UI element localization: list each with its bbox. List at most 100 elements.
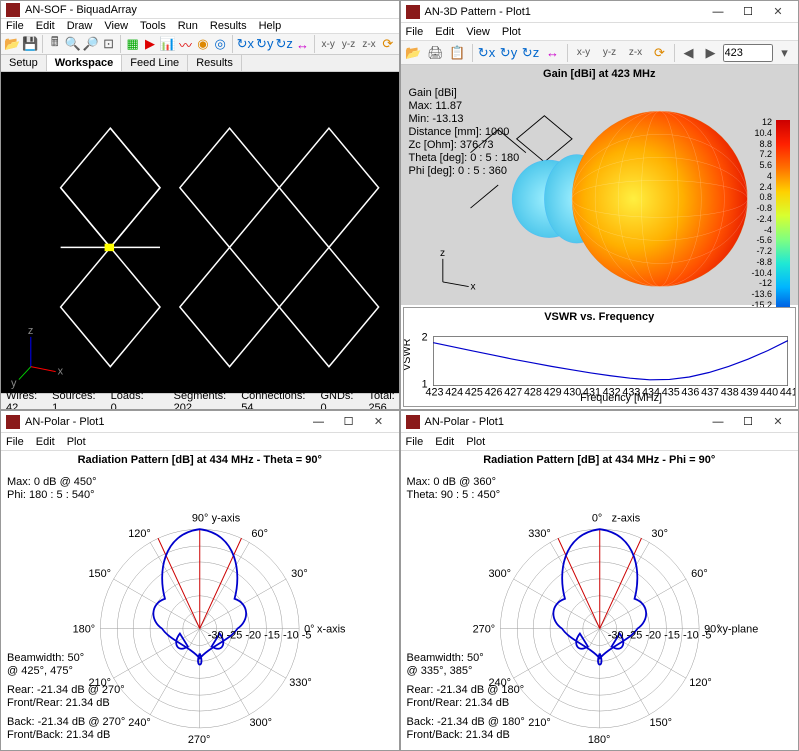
rotz-icon[interactable]: ↻z bbox=[521, 43, 541, 63]
svg-text:240°: 240° bbox=[128, 717, 151, 729]
svg-text:0°: 0° bbox=[591, 512, 601, 524]
axis-yz[interactable]: y-z bbox=[598, 43, 622, 63]
stat-max: Max: 0 dB @ 360° bbox=[407, 476, 501, 489]
stat-beamwidth: Beamwidth: 50° bbox=[7, 652, 125, 665]
svg-text:433: 433 bbox=[622, 386, 640, 398]
zoom-fit-icon[interactable]: ⊡ bbox=[101, 34, 116, 54]
vswr-svg: VSWR Frequency [MHz] 4234244254264274284… bbox=[404, 326, 796, 404]
svg-text:60°: 60° bbox=[691, 568, 708, 580]
flip-icon[interactable]: ↔ bbox=[295, 34, 310, 54]
prev-icon[interactable]: ◀ bbox=[679, 43, 699, 63]
menu-plot[interactable]: Plot bbox=[466, 436, 485, 448]
polar-icon[interactable]: ◎ bbox=[213, 34, 228, 54]
minimize-button[interactable]: — bbox=[703, 412, 733, 432]
close-button[interactable]: ✕ bbox=[763, 412, 793, 432]
svg-text:440: 440 bbox=[760, 386, 778, 398]
svg-text:VSWR: VSWR bbox=[404, 338, 413, 370]
menu-view[interactable]: View bbox=[466, 26, 490, 38]
menubar: File Edit Draw View Tools Run Results He… bbox=[1, 19, 399, 34]
rotz-icon[interactable]: ↻z bbox=[275, 34, 292, 54]
save-icon[interactable]: 💾 bbox=[22, 34, 38, 54]
rotx-icon[interactable]: ↻x bbox=[237, 34, 254, 54]
menu-tools[interactable]: Tools bbox=[140, 20, 166, 32]
separator bbox=[674, 44, 675, 62]
menu-edit[interactable]: Edit bbox=[435, 436, 454, 448]
close-button[interactable]: ✕ bbox=[364, 412, 394, 432]
close-button[interactable]: ✕ bbox=[763, 2, 793, 22]
menu-file[interactable]: File bbox=[6, 20, 24, 32]
print-icon[interactable]: 🖨 bbox=[426, 43, 446, 63]
menu-view[interactable]: View bbox=[104, 20, 128, 32]
polar-canvas[interactable]: Radiation Pattern [dB] at 434 MHz - Thet… bbox=[1, 451, 399, 750]
window-title: AN-SOF - BiquadArray bbox=[25, 4, 394, 16]
pattern-icon[interactable]: ◉ bbox=[195, 34, 210, 54]
maximize-button[interactable]: ☐ bbox=[334, 412, 364, 432]
menu-run[interactable]: Run bbox=[178, 20, 198, 32]
pattern-3d-canvas[interactable]: Gain [dBi] at 423 MHz Gain [dBi] Max: 11… bbox=[401, 65, 799, 305]
next-icon[interactable]: ▶ bbox=[701, 43, 721, 63]
zoom-icon[interactable]: 🔍 bbox=[64, 34, 80, 54]
menu-file[interactable]: File bbox=[6, 436, 24, 448]
window-title: AN-3D Pattern - Plot1 bbox=[425, 6, 704, 18]
svg-text:30°: 30° bbox=[291, 568, 308, 580]
menu-edit[interactable]: Edit bbox=[435, 26, 454, 38]
menu-plot[interactable]: Plot bbox=[502, 26, 521, 38]
polar-stats-top: Max: 0 dB @ 450° Phi: 180 : 5 : 540° bbox=[7, 476, 97, 502]
menu-help[interactable]: Help bbox=[259, 20, 282, 32]
maximize-button[interactable]: ☐ bbox=[733, 2, 763, 22]
svg-text:90°: 90° bbox=[192, 512, 209, 524]
axis-xy[interactable]: x-y bbox=[319, 34, 337, 54]
open-icon[interactable]: 📂 bbox=[4, 34, 20, 54]
menu-file[interactable]: File bbox=[406, 436, 424, 448]
axis-zx[interactable]: z-x bbox=[360, 34, 378, 54]
run-icon[interactable]: ▶ bbox=[142, 34, 157, 54]
dropdown-arrow-icon[interactable]: ▾ bbox=[775, 43, 795, 63]
tab-feedline[interactable]: Feed Line bbox=[122, 55, 188, 71]
stat-frontback: Front/Back: 21.34 dB bbox=[407, 729, 525, 742]
axis-yz[interactable]: y-z bbox=[339, 34, 357, 54]
menu-file[interactable]: File bbox=[406, 26, 424, 38]
zoom-out-icon[interactable]: 🔎 bbox=[83, 34, 99, 54]
menu-results[interactable]: Results bbox=[210, 20, 247, 32]
grid-icon[interactable]: ▦ bbox=[125, 34, 140, 54]
roty-icon[interactable]: ↻y bbox=[499, 43, 519, 63]
calculator-icon[interactable]: 🖩 bbox=[47, 34, 62, 54]
menu-edit[interactable]: Edit bbox=[36, 20, 55, 32]
freq-dropdown[interactable] bbox=[723, 44, 773, 62]
stat-max: Max: 0 dB @ 450° bbox=[7, 476, 97, 489]
workspace-canvas[interactable]: z x y bbox=[1, 72, 399, 393]
axis-xy[interactable]: x-y bbox=[572, 43, 596, 63]
vswr-chart[interactable]: VSWR vs. Frequency VSWR Frequency [MHz] … bbox=[403, 307, 797, 407]
separator bbox=[567, 44, 568, 62]
svg-text:z: z bbox=[28, 325, 33, 337]
maximize-button[interactable]: ☐ bbox=[733, 412, 763, 432]
svg-text:429: 429 bbox=[543, 386, 561, 398]
tab-setup[interactable]: Setup bbox=[1, 55, 47, 71]
wave-icon[interactable]: 〰 bbox=[178, 34, 193, 54]
chart-icon[interactable]: 📊 bbox=[160, 34, 176, 54]
reset-icon[interactable]: ⟳ bbox=[650, 43, 670, 63]
menu-edit[interactable]: Edit bbox=[36, 436, 55, 448]
menu-plot[interactable]: Plot bbox=[67, 436, 86, 448]
svg-text:y-axis: y-axis bbox=[212, 512, 241, 524]
rotx-icon[interactable]: ↻x bbox=[477, 43, 497, 63]
flip-icon[interactable]: ↔ bbox=[543, 43, 563, 63]
copy-icon[interactable]: 📋 bbox=[448, 43, 468, 63]
tab-results[interactable]: Results bbox=[188, 55, 242, 71]
separator bbox=[42, 35, 43, 53]
info-max: Max: 11.87 bbox=[409, 100, 520, 113]
axis-zx[interactable]: z-x bbox=[624, 43, 648, 63]
open-icon[interactable]: 📂 bbox=[404, 43, 424, 63]
polar-canvas[interactable]: Radiation Pattern [dB] at 434 MHz - Phi … bbox=[401, 451, 799, 750]
svg-text:150°: 150° bbox=[649, 717, 672, 729]
menu-draw[interactable]: Draw bbox=[67, 20, 93, 32]
reset-icon[interactable]: ⟳ bbox=[380, 34, 395, 54]
stat-frontrear: Front/Rear: 21.34 dB bbox=[407, 697, 525, 710]
minimize-button[interactable]: — bbox=[304, 412, 334, 432]
stat-frontrear: Front/Rear: 21.34 dB bbox=[7, 697, 125, 710]
menubar: File Edit View Plot bbox=[401, 23, 799, 41]
roty-icon[interactable]: ↻y bbox=[256, 34, 273, 54]
polar1-window: AN-Polar - Plot1 — ☐ ✕ File Edit Plot Ra… bbox=[0, 410, 400, 751]
tab-workspace[interactable]: Workspace bbox=[47, 55, 123, 71]
minimize-button[interactable]: — bbox=[703, 2, 733, 22]
